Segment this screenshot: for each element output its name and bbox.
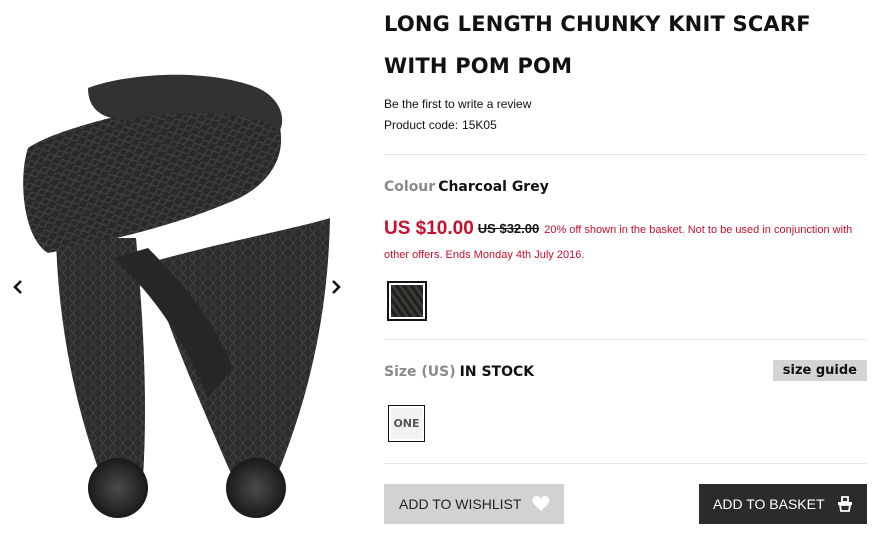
size-option-one[interactable]: ONE [388,405,425,442]
product-gallery [0,0,352,535]
write-review-link[interactable]: Be the first to write a review [384,97,531,111]
divider [384,154,867,155]
colour-swatch-charcoal-grey[interactable] [387,281,427,321]
stock-status: IN STOCK [459,364,535,380]
swatch-image [391,285,423,317]
product-title-line2: WITH POM POM [384,54,573,78]
colour-row: Colour Charcoal Grey [384,179,549,195]
price-block: US $10.00 US $32.00 20% off shown in the b… [384,216,862,268]
size-guide-button[interactable]: size guide [772,360,867,381]
divider [384,339,867,340]
divider [384,463,867,464]
sale-price: US $10.00 [384,218,474,239]
original-price: US $32.00 [477,221,540,236]
add-to-wishlist-button[interactable]: ADD TO WISHLIST [384,484,564,524]
product-title: LONG LENGTH CHUNKY KNIT SCARF WITH POM P… [384,3,867,87]
wishlist-label: ADD TO WISHLIST [399,496,522,512]
add-to-basket-button[interactable]: ADD TO BASKET [699,484,867,524]
product-code: Product code: 15K05 [384,118,497,132]
colour-label: Colour [384,179,436,195]
colour-value: Charcoal Grey [438,179,549,195]
product-title-line1: LONG LENGTH CHUNKY KNIT SCARF [384,12,811,36]
basket-icon [837,496,853,515]
chevron-right-icon[interactable] [328,278,344,296]
product-code-label: Product code: [384,118,459,132]
size-row: Size (US) IN STOCK [384,364,534,380]
product-code-value: 15K05 [462,118,497,132]
size-label: Size (US) [384,364,456,380]
product-details: LONG LENGTH CHUNKY KNIT SCARF WITH POM P… [384,0,867,535]
product-image [23,74,330,518]
basket-label: ADD TO BASKET [713,496,825,512]
heart-icon [532,495,550,515]
